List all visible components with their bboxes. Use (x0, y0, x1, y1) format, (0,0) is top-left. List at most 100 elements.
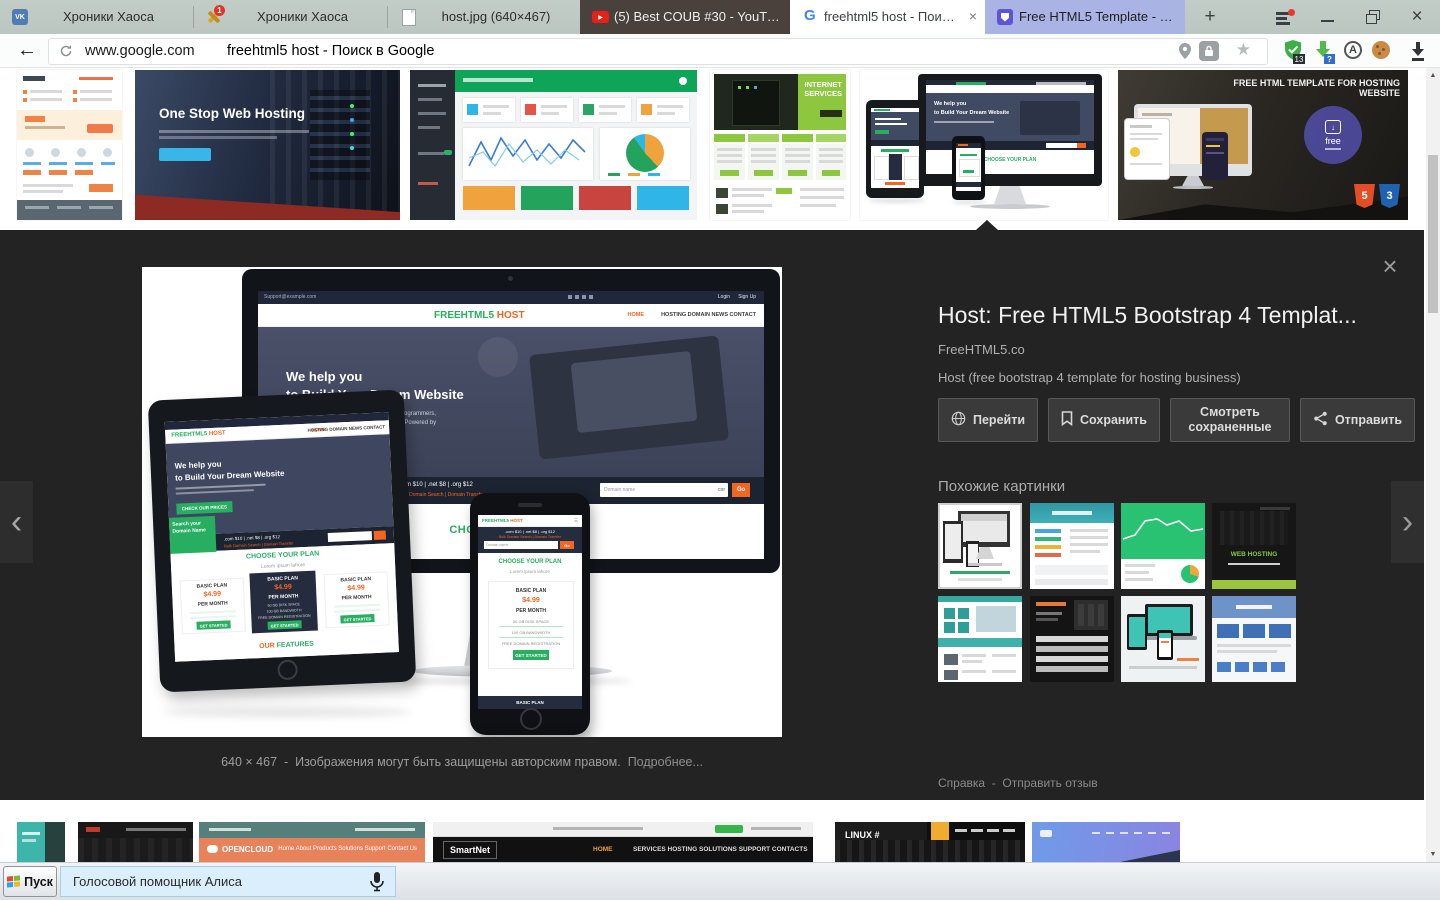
tab-title: freehtml5 host - Поиск в (824, 0, 959, 34)
preview-main-image[interactable]: Support@example.com Login Sign Up FREEHT… (142, 267, 782, 737)
brand-box: SmartNet (443, 841, 497, 859)
alisa-search-box[interactable]: Голосовой помощник Алиса (60, 866, 396, 897)
result-thumbnail-linux[interactable]: LINUX # (835, 822, 1025, 862)
share-button[interactable]: Отправить (1300, 398, 1415, 442)
similar-image[interactable] (1121, 596, 1205, 682)
result-thumbnail-opencloud[interactable]: OPENCLOUD Home About Products Solutions … (199, 822, 425, 862)
phone-mockup (1202, 132, 1228, 180)
result-thumbnail[interactable] (17, 822, 65, 862)
google-favicon: G (804, 7, 816, 24)
search-domain-box: Search your Domain Name (169, 516, 217, 554)
tab-vk-game[interactable]: VK Хроники Хаоса (0, 0, 193, 34)
caption-size: 640 × 467 (221, 755, 277, 769)
similar-image[interactable] (1030, 503, 1114, 589)
preview-source[interactable]: FreeHTML5.co (938, 342, 1025, 357)
adblock-shield-icon[interactable]: 13 (1284, 40, 1302, 62)
scrollbar-thumb[interactable] (1428, 155, 1438, 313)
minimize-button[interactable] (1310, 0, 1344, 34)
crossed-swords-favicon: 1 (206, 9, 222, 25)
start-button[interactable]: Пуск (3, 866, 57, 897)
video-downloader-icon[interactable]: ? (1314, 40, 1332, 62)
scroll-up-arrow[interactable]: ▲ (1426, 72, 1440, 79)
css3-logo: 3 (1379, 184, 1400, 208)
similar-images-heading: Похожие картинки (938, 478, 1065, 495)
view-saved-button[interactable]: Смотреть сохраненные (1170, 398, 1290, 442)
feedback-link[interactable]: Отправить отзыв (1002, 776, 1097, 790)
tablet-mockup: FREEHTML5 HOST HOME HOSTING DOMAIN NEWS … (148, 390, 416, 693)
tab-youtube[interactable]: ▶ (5) Best COUB #30 - YouTub (580, 0, 790, 34)
bookmark-icon (1061, 411, 1073, 430)
thumbnail-title: INTERNET SERVICES (802, 80, 842, 98)
tab-title: host.jpg (640×467) (422, 0, 570, 34)
new-tab-button[interactable]: + (1196, 6, 1224, 28)
location-pin-icon[interactable] (1179, 43, 1191, 64)
tablet-mockup (1124, 118, 1170, 180)
result-thumbnail[interactable] (78, 822, 193, 862)
result-thumbnail-selected-devices[interactable]: We help you to Build Your Dream Website … (860, 70, 1108, 220)
visit-button[interactable]: Перейти (938, 398, 1038, 442)
scroll-down-arrow[interactable]: ▼ (1426, 851, 1440, 858)
downloader-badge: ? (1324, 54, 1335, 64)
thumbnail-title: One Stop Web Hosting (159, 106, 305, 121)
alisa-placeholder: Голосовой помощник Алиса (73, 874, 242, 889)
similar-image[interactable] (938, 596, 1022, 682)
shield-favicon (997, 9, 1013, 25)
lock-icon[interactable] (1199, 41, 1219, 61)
selected-thumbnail-pointer (976, 220, 998, 230)
result-thumbnail-free-html-template[interactable]: FREE HTML TEMPLATE FOR HOSTING WEBSITE ↓ (1118, 70, 1408, 220)
cloud-logo-icon (207, 845, 218, 853)
similar-image[interactable] (1212, 596, 1296, 682)
similar-image[interactable] (1121, 503, 1205, 589)
file-favicon (402, 9, 416, 26)
image-preview-panel: ‹ › × Support@example.com Login Sign Up … (0, 230, 1424, 800)
download-icon[interactable] (1410, 41, 1426, 61)
result-thumbnail-one-stop-hosting[interactable]: One Stop Web Hosting (135, 70, 400, 220)
similar-image[interactable] (1030, 596, 1114, 682)
browser-menu-button[interactable] (1266, 0, 1300, 34)
reload-icon[interactable] (59, 44, 73, 63)
html5-logo: 5 (1354, 184, 1375, 208)
bookmark-star-icon[interactable]: ★ (1236, 40, 1251, 60)
help-link[interactable]: Справка (938, 776, 985, 790)
previous-image-button[interactable]: ‹ (0, 481, 33, 563)
tab-game-notify[interactable]: 1 Хроники Хаоса (194, 0, 387, 34)
close-button[interactable]: × (1400, 0, 1434, 34)
similar-image-selected[interactable] (938, 503, 1022, 589)
restore-button[interactable] (1356, 0, 1390, 34)
brand: LINUX # (845, 830, 880, 840)
back-button[interactable]: ← (12, 37, 42, 64)
result-thumbnail-template-orange[interactable] (17, 70, 122, 220)
action-buttons-row: Перейти Сохранить Смотреть сохраненные О… (938, 398, 1415, 442)
address-bar[interactable]: www.google.com freehtml5 host - Поиск в … (48, 38, 1268, 65)
tab-close-icon[interactable]: × (969, 8, 977, 24)
save-button[interactable]: Сохранить (1048, 398, 1160, 442)
result-thumbnail-admin-dashboard[interactable] (410, 70, 697, 220)
close-preview-icon[interactable]: × (1372, 248, 1408, 284)
next-image-button[interactable]: › (1391, 481, 1424, 563)
tab-freehtml5-site[interactable]: Free HTML5 Template - Hos (985, 0, 1185, 34)
learn-more-button (159, 148, 211, 161)
result-thumbnail[interactable] (1032, 822, 1180, 862)
tab-google-search-active[interactable]: G freehtml5 host - Поиск в × (790, 0, 985, 34)
page-scrollbar[interactable]: ▲ ▼ (1426, 68, 1440, 862)
web-hosting-label: WEB HOSTING (1212, 551, 1296, 558)
result-thumbnail-smartnet[interactable]: SmartNet HOME SERVICES HOSTING SOLUTIONS… (433, 822, 813, 862)
similar-image-web-hosting[interactable]: WEB HOSTING (1212, 503, 1296, 589)
tab-host-jpg[interactable]: host.jpg (640×467) (388, 0, 580, 34)
phone-mockup: FREEHTML5 HOST ☰ .com $10 | .net $8 | .o… (470, 493, 590, 735)
anonymox-icon[interactable]: A (1344, 41, 1362, 59)
cookie-icon[interactable] (1372, 41, 1390, 59)
caption-more-link[interactable]: Подробнее... (628, 755, 703, 769)
tab-title: Хроники Хаоса (228, 0, 377, 34)
panel-footer: Справка - Отправить отзыв (938, 776, 1098, 790)
windows-logo-icon (7, 875, 20, 887)
result-thumbnail-internet-services[interactable]: INTERNET SERVICES (710, 70, 850, 220)
adblock-badge: 13 (1293, 54, 1305, 64)
tablet-home-button (277, 659, 298, 680)
free-badge: ↓ free (1304, 106, 1362, 164)
microphone-icon[interactable] (369, 871, 385, 898)
caption-copyright: Изображения могут быть защищены авторски… (295, 755, 621, 769)
tab-title: Хроники Хаоса (34, 0, 183, 34)
windows-taskbar: Пуск Голосовой помощник Алиса e Ae Ps S (0, 862, 1440, 900)
youtube-favicon: ▶ (592, 11, 609, 23)
